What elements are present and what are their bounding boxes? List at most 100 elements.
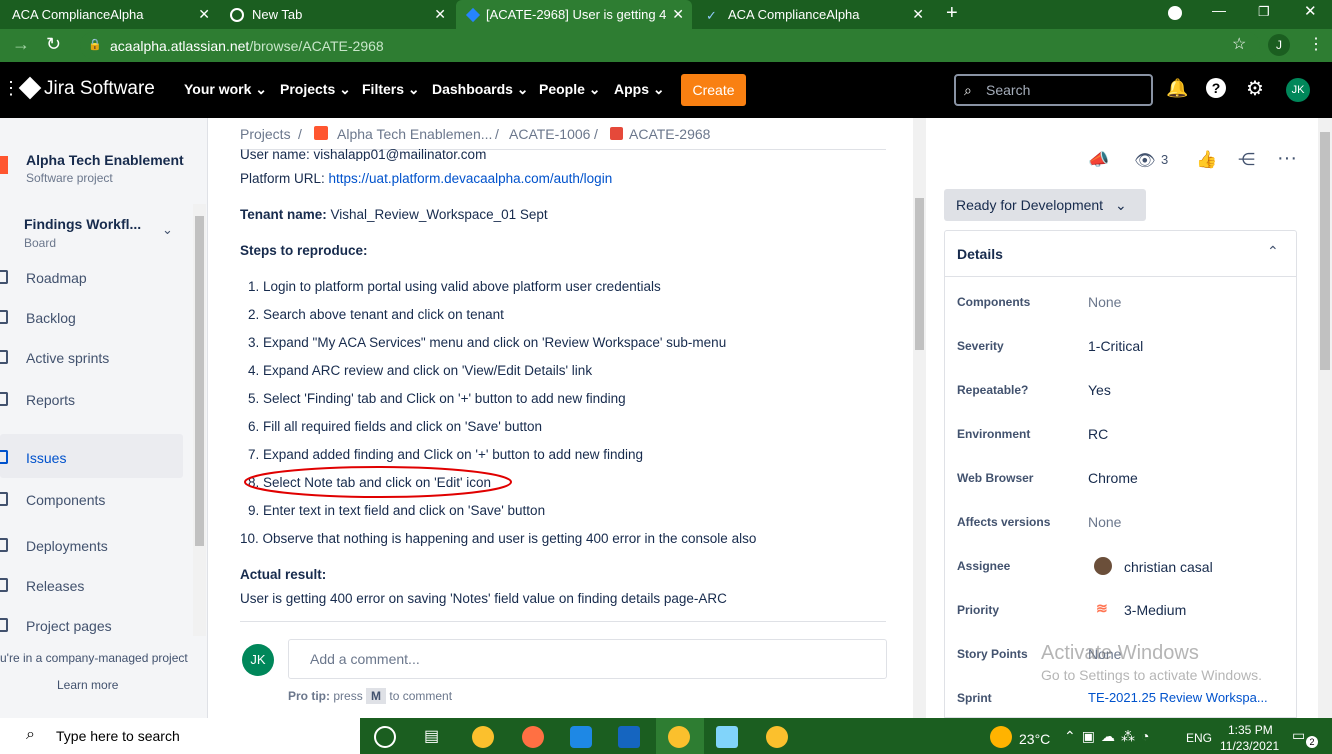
sprints-icon	[0, 350, 8, 364]
help-icon[interactable]: ?	[1206, 78, 1226, 98]
chrome-icon[interactable]	[472, 726, 494, 748]
clock-time[interactable]: 1:35 PM	[1228, 723, 1273, 737]
field-value[interactable]: RC	[1088, 426, 1108, 442]
step-item: 6. Fill all required fields and click on…	[248, 419, 543, 434]
main-scroll-thumb[interactable]	[915, 198, 924, 350]
details-header[interactable]: Details ⌃	[944, 230, 1297, 276]
reload-icon[interactable]: ↻	[46, 34, 61, 55]
comment-input[interactable]: Add a comment...	[288, 639, 887, 679]
sidebar-item-reports[interactable]: Reports	[26, 392, 75, 408]
main-scrollbar[interactable]	[913, 118, 926, 718]
field-value[interactable]: christian casal	[1124, 559, 1213, 575]
panel-scrollbar[interactable]	[1318, 118, 1332, 718]
more-actions-icon[interactable]: ···	[1277, 147, 1297, 170]
close-icon[interactable]: ✕	[198, 6, 210, 23]
breadcrumb-issue[interactable]: ACATE-2968	[629, 126, 710, 142]
create-button[interactable]: Create	[681, 74, 746, 106]
sidebar-item-components[interactable]: Components	[26, 492, 105, 508]
tab-search-icon[interactable]	[1168, 6, 1182, 20]
sidebar-item-issues[interactable]: Issues	[26, 450, 66, 466]
issue-main-content: Projects / Alpha Tech Enablemen... / ACA…	[208, 118, 928, 718]
postman-icon[interactable]	[522, 726, 544, 748]
close-icon[interactable]: ✕	[912, 6, 924, 23]
learn-more-link[interactable]: Learn more	[57, 678, 118, 692]
panel-scroll-thumb[interactable]	[1320, 132, 1330, 370]
new-tab-button[interactable]: +	[946, 2, 958, 25]
bookmark-star-icon[interactable]: ☆	[1232, 34, 1246, 54]
chevron-up-icon[interactable]: ⌃	[1267, 243, 1279, 260]
close-icon[interactable]: ✕	[672, 6, 684, 23]
settings-gear-icon[interactable]: ⚙	[1246, 76, 1264, 101]
sidebar-item-deployments[interactable]: Deployments	[26, 538, 108, 554]
skype-icon[interactable]	[570, 726, 592, 748]
close-icon[interactable]: ✕	[434, 6, 446, 23]
notification-icon[interactable]: ▭	[1292, 727, 1305, 744]
field-value[interactable]: 3-Medium	[1124, 602, 1186, 618]
tray-icons[interactable]: ⌃▣☁⁂◔	[1064, 728, 1155, 745]
restore-icon[interactable]: ❐	[1258, 4, 1270, 20]
taskbar-search[interactable]: ⌕ Type here to search	[0, 718, 360, 754]
widgets-icon[interactable]: ▤	[424, 726, 439, 746]
browser-tab-4[interactable]: ✓ ACA ComplianceAlpha ✕	[694, 0, 932, 29]
chrome-icon	[230, 7, 244, 22]
url-field[interactable]: 🔒 acaalpha.atlassian.net/browse/ACATE-29…	[80, 32, 1260, 59]
jira-logo-icon[interactable]	[18, 76, 42, 100]
status-dropdown[interactable]: Ready for Development ⌄	[944, 189, 1146, 221]
breadcrumb-projects[interactable]: Projects	[240, 126, 291, 142]
browser-tab-1[interactable]: ACA ComplianceAlpha ✕	[0, 0, 218, 29]
chrome-icon[interactable]	[668, 726, 690, 748]
chevron-down-icon[interactable]: ⌄	[162, 222, 173, 238]
step-item: 4. Expand ARC review and click on 'View/…	[248, 363, 593, 378]
notification-count: 2	[1306, 736, 1318, 748]
sidebar-scrollbar[interactable]	[193, 204, 206, 636]
breadcrumb-project[interactable]: Alpha Tech Enablemen...	[337, 126, 492, 142]
profile-avatar[interactable]: J	[1268, 34, 1290, 56]
app-switcher-icon[interactable]: ⋮	[2, 78, 20, 99]
nav-projects[interactable]: Projects ⌄	[280, 81, 351, 98]
nav-dashboards[interactable]: Dashboards ⌄	[432, 81, 529, 98]
sidebar-item-backlog[interactable]: Backlog	[26, 310, 76, 326]
share-icon[interactable]: ⋲	[1238, 150, 1255, 170]
vscode-icon[interactable]	[618, 726, 640, 748]
nav-your-work[interactable]: Your work ⌄	[184, 81, 267, 98]
browser-tab-bar: ACA ComplianceAlpha ✕ New Tab ✕ [ACATE-2…	[0, 0, 1332, 29]
clock-date[interactable]: 11/23/2021	[1220, 739, 1279, 753]
field-value[interactable]: Chrome	[1088, 470, 1138, 486]
sidebar-item-roadmap[interactable]: Roadmap	[26, 270, 87, 286]
window-close-icon[interactable]: ✕	[1304, 2, 1317, 20]
sidebar-item-active-sprints[interactable]: Active sprints	[26, 350, 109, 366]
search-input[interactable]: ⌕ Search	[954, 74, 1153, 106]
field-label: Web Browser	[957, 471, 1034, 485]
platform-url-link[interactable]: https://uat.platform.devacaalpha.com/aut…	[329, 171, 613, 186]
language[interactable]: ENG	[1186, 731, 1212, 745]
sidebar-scroll-thumb[interactable]	[195, 216, 204, 546]
breadcrumb-parent[interactable]: ACATE-1006	[509, 126, 590, 142]
notepad-icon[interactable]	[716, 726, 738, 748]
field-value[interactable]: None	[1088, 294, 1121, 310]
jira-logo-text[interactable]: Jira Software	[44, 78, 155, 100]
menu-icon[interactable]: ⋮	[1308, 34, 1324, 54]
like-icon[interactable]: 👍	[1196, 150, 1217, 170]
nav-filters[interactable]: Filters ⌄	[362, 81, 420, 98]
forward-icon[interactable]: →	[12, 34, 30, 55]
field-value[interactable]: 1-Critical	[1088, 338, 1143, 354]
chrome-icon[interactable]	[766, 726, 788, 748]
browser-tab-3[interactable]: [ACATE-2968] User is getting 400 ✕	[456, 0, 692, 29]
field-value[interactable]: Yes	[1088, 382, 1111, 398]
nav-apps[interactable]: Apps ⌄	[614, 81, 665, 98]
notifications-icon[interactable]: 🔔	[1166, 78, 1188, 99]
minimize-icon[interactable]: —	[1212, 2, 1226, 18]
nav-people[interactable]: People ⌄	[539, 81, 601, 98]
feedback-icon[interactable]: 📣	[1088, 150, 1109, 170]
project-name[interactable]: Alpha Tech Enablement	[26, 152, 184, 168]
field-value[interactable]: TE-2021.25 Review Workspa...	[1088, 690, 1268, 705]
activate-windows-watermark: Activate Windows	[1041, 642, 1199, 664]
sidebar-item-project-pages[interactable]: Project pages	[26, 618, 112, 634]
sidebar-item-releases[interactable]: Releases	[26, 578, 84, 594]
browser-tab-2[interactable]: New Tab ✕	[218, 0, 454, 29]
user-avatar[interactable]: JK	[1286, 78, 1310, 102]
watch-eye-icon[interactable]: 👁	[1134, 151, 1156, 171]
board-name[interactable]: Findings Workfl...	[24, 216, 141, 232]
task-view-icon[interactable]	[374, 726, 396, 748]
field-value[interactable]: None	[1088, 514, 1121, 530]
